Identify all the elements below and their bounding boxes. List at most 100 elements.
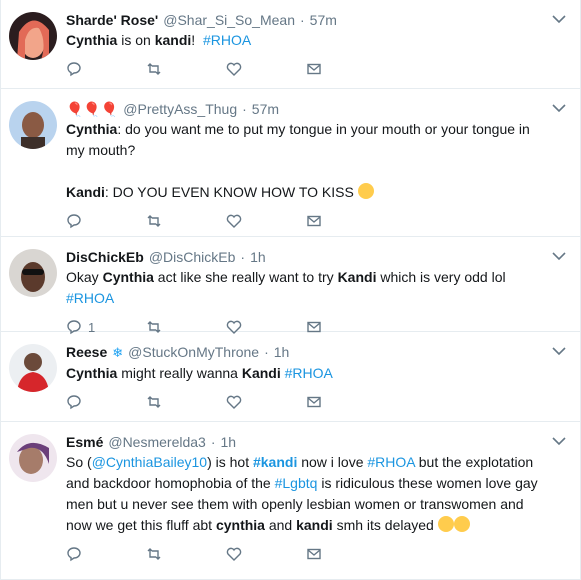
like-button[interactable] xyxy=(226,213,306,229)
action-bar xyxy=(66,203,540,239)
retweet-icon xyxy=(147,548,161,560)
chevron-down-icon[interactable] xyxy=(552,14,566,24)
like-button[interactable] xyxy=(226,394,306,410)
highlighted-term: Cynthia xyxy=(66,365,118,381)
timestamp[interactable]: 57m xyxy=(310,10,337,30)
reply-button[interactable] xyxy=(66,61,146,77)
avatar[interactable] xyxy=(9,101,57,149)
envelope-icon xyxy=(307,215,321,227)
text-segment: : DO YOU EVEN KNOW HOW TO KISS xyxy=(104,184,358,200)
snowflake-icon: ❄ xyxy=(112,345,124,360)
like-button[interactable] xyxy=(226,546,306,562)
unamused-face-emoji-icon xyxy=(437,516,454,532)
highlighted-term: Cynthia xyxy=(66,32,118,48)
highlighted-term: Cynthia xyxy=(66,121,118,137)
text-segment: which is very odd lol xyxy=(376,269,510,285)
text-segment: ! xyxy=(191,32,203,48)
text-segment: act like she really want to try xyxy=(153,269,338,285)
highlighted-term: Cynthia xyxy=(102,269,154,285)
chevron-down-icon[interactable] xyxy=(552,251,566,261)
envelope-icon xyxy=(307,63,321,75)
heart-icon xyxy=(226,214,242,228)
user-handle[interactable]: @Shar_Si_So_Mean xyxy=(163,10,295,30)
highlighted-term: Kandi xyxy=(66,184,105,200)
highlighted-term: Kandi xyxy=(337,269,377,285)
unamused-face-emoji-icon xyxy=(453,516,470,532)
chevron-down-icon[interactable] xyxy=(552,103,566,113)
reply-button[interactable] xyxy=(66,546,146,562)
retweet-button[interactable] xyxy=(146,61,226,77)
direct-message-button[interactable] xyxy=(306,61,386,77)
text-segment: might really wanna xyxy=(117,365,242,381)
tweet-text: Cynthia might really wanna Kandi #RHOA xyxy=(66,363,540,384)
hashtag-link[interactable]: #kandi xyxy=(253,454,297,470)
heart-icon xyxy=(226,62,242,76)
timestamp[interactable]: 1h xyxy=(274,342,290,362)
highlighted-term: kandi xyxy=(296,517,333,533)
text-segment: now i love xyxy=(297,454,368,470)
reply-button[interactable] xyxy=(66,213,146,229)
retweet-button[interactable] xyxy=(146,213,226,229)
tweet[interactable]: Sharde' Rose' @Shar_Si_So_Mean · 57m Cyn… xyxy=(1,0,580,89)
user-handle[interactable]: @DisChickEb xyxy=(149,247,236,267)
action-bar xyxy=(66,51,540,87)
tweet-text: So (@CynthiaBailey10) is hot #kandi now … xyxy=(66,452,540,536)
envelope-icon xyxy=(307,548,321,560)
hashtag-link[interactable]: #RHOA xyxy=(66,290,114,306)
timestamp[interactable]: 1h xyxy=(250,247,266,267)
separator-dot: · xyxy=(210,434,216,450)
balloon-icon: 🎈🎈🎈 xyxy=(66,101,119,117)
display-name[interactable]: DisChickEb xyxy=(66,247,144,267)
highlighted-term: kandi xyxy=(154,32,192,48)
text-segment: : do you want me to put my tongue in you… xyxy=(66,121,534,158)
timestamp[interactable]: 57m xyxy=(252,99,279,119)
reply-button[interactable] xyxy=(66,394,146,410)
heart-icon xyxy=(226,395,242,409)
tweet-text: Okay Cynthia act like she really want to… xyxy=(66,267,540,309)
avatar[interactable] xyxy=(9,12,57,60)
separator-dot: · xyxy=(242,101,247,117)
hashtag-link[interactable]: #RHOA xyxy=(203,32,251,48)
separator-dot: · xyxy=(264,344,269,360)
reply-icon xyxy=(67,62,81,77)
reply-icon xyxy=(67,395,81,410)
like-button[interactable] xyxy=(226,61,306,77)
heart-icon xyxy=(226,547,242,561)
text-segment: and xyxy=(264,517,297,533)
avatar[interactable] xyxy=(9,249,57,297)
tweet-text: Cynthia is on kandi! #RHOA xyxy=(66,30,540,51)
retweet-button[interactable] xyxy=(146,394,226,410)
text-segment: ) is hot xyxy=(207,454,253,470)
tweet[interactable]: DisChickEb @DisChickEb · 1h Okay Cynthia… xyxy=(1,237,580,335)
direct-message-button[interactable] xyxy=(306,213,386,229)
chevron-down-icon[interactable] xyxy=(552,436,566,446)
user-handle[interactable]: @PrettyAss_Thug xyxy=(123,99,237,119)
display-name[interactable]: Sharde' Rose' xyxy=(66,10,158,30)
timestamp[interactable]: 1h xyxy=(221,432,237,452)
hashtag-link[interactable]: #RHOA xyxy=(367,454,414,470)
direct-message-button[interactable] xyxy=(306,546,386,562)
tweet-text: Cynthia: do you want me to put my tongue… xyxy=(66,119,540,203)
tweet[interactable]: Reese ❄ @StuckOnMyThrone · 1h Cynthia mi… xyxy=(1,332,580,422)
display-name[interactable]: Esmé xyxy=(66,432,103,452)
text-segment: Okay xyxy=(66,269,103,285)
tweet[interactable]: Esmé @Nesmerelda3 · 1h So (@CynthiaBaile… xyxy=(1,422,580,580)
hashtag-link[interactable]: #Lgbtq xyxy=(275,475,318,491)
separator-dot: · xyxy=(240,249,246,265)
hashtag-link[interactable]: #RHOA xyxy=(285,365,333,381)
user-handle[interactable]: @Nesmerelda3 xyxy=(108,432,205,452)
retweet-icon xyxy=(147,215,161,227)
highlighted-term: Kandi xyxy=(241,365,281,381)
avatar[interactable] xyxy=(9,434,57,482)
retweet-button[interactable] xyxy=(146,546,226,562)
direct-message-button[interactable] xyxy=(306,394,386,410)
avatar[interactable] xyxy=(9,344,57,392)
crying-face-emoji-icon xyxy=(357,183,374,199)
hashtag-link[interactable]: @CynthiaBailey10 xyxy=(92,454,207,470)
tweet[interactable]: 🎈🎈🎈 @PrettyAss_Thug · 57m Cynthia: do yo… xyxy=(1,89,580,237)
envelope-icon xyxy=(307,396,321,408)
chevron-down-icon[interactable] xyxy=(552,346,566,356)
reply-icon xyxy=(67,547,81,562)
user-handle[interactable]: @StuckOnMyThrone xyxy=(128,342,259,362)
display-name[interactable]: Reese xyxy=(66,342,107,362)
